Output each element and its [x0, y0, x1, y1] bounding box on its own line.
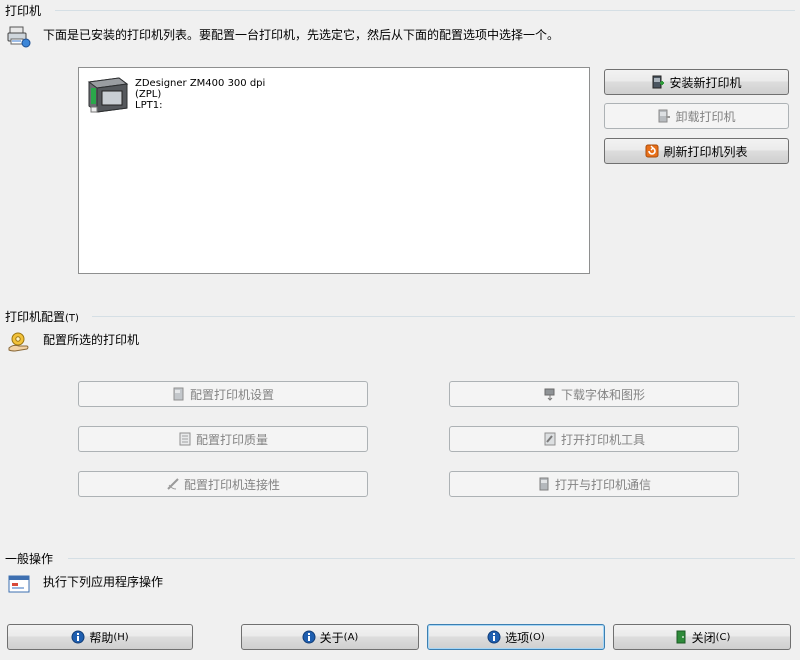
printers-section-divider — [55, 10, 795, 11]
open-printer-communication-button[interactable]: 打开与打印机通信 — [449, 471, 739, 497]
options-label: 选项 — [505, 630, 530, 645]
printer-network-icon — [7, 24, 31, 48]
help-accel: (H) — [113, 631, 129, 643]
printers-description: 下面是已安装的打印机列表。要配置一台打印机，先选定它，然后从下面的配置选项中选择… — [43, 28, 560, 42]
configure-printer-settings-label: 配置打印机设置 — [189, 387, 274, 402]
about-button[interactable]: 关于 (A) — [241, 624, 419, 650]
info-circle-icon — [302, 630, 316, 644]
refresh-printer-list-button[interactable]: 刷新打印机列表 — [604, 138, 789, 164]
config-section-divider — [92, 316, 795, 317]
download-fonts-graphics-label: 下载字体和图形 — [560, 387, 645, 402]
general-section-divider — [68, 558, 795, 559]
help-label: 帮助 — [89, 630, 114, 645]
close-button[interactable]: 关闭 (C) — [613, 624, 791, 650]
close-accel: (C) — [715, 631, 731, 643]
printer-list-item[interactable]: ZDesigner ZM400 300 dpi (ZPL) LPT1: — [85, 74, 265, 114]
install-printer-icon — [651, 75, 665, 89]
download-fonts-icon — [543, 387, 557, 401]
configure-print-quality-label: 配置打印质量 — [195, 432, 268, 447]
info-circle-icon — [487, 630, 501, 644]
install-printer-button[interactable]: 安装新打印机 — [604, 69, 789, 95]
general-section-title: 一般操作 — [5, 552, 54, 566]
config-section-title: 打印机配置(T) — [5, 308, 79, 325]
printer-language: (ZPL) — [135, 89, 162, 100]
config-section-title-text: 打印机配置 — [5, 310, 66, 324]
config-section-accel: (T) — [65, 313, 79, 324]
refresh-icon — [645, 144, 659, 158]
general-description: 执行下列应用程序操作 — [43, 575, 164, 589]
options-accel: (O) — [529, 631, 545, 643]
close-label: 关闭 — [691, 630, 716, 645]
uninstall-printer-label: 卸载打印机 — [675, 109, 736, 124]
open-printer-communication-label: 打开与打印机通信 — [554, 477, 651, 492]
download-fonts-graphics-button[interactable]: 下载字体和图形 — [449, 381, 739, 407]
application-window-icon — [7, 572, 31, 596]
printer-port: LPT1: — [135, 100, 163, 111]
info-circle-icon — [71, 630, 85, 644]
printer-communication-icon — [537, 477, 551, 491]
uninstall-printer-icon — [657, 109, 671, 123]
printer-tools-icon — [543, 432, 557, 446]
config-description: 配置所选的打印机 — [43, 333, 140, 347]
about-accel: (A) — [343, 631, 359, 643]
configure-connectivity-label: 配置打印机连接性 — [183, 477, 280, 492]
printer-name: ZDesigner ZM400 300 dpi — [135, 78, 266, 89]
refresh-printer-list-label: 刷新打印机列表 — [663, 144, 748, 159]
open-printer-tools-label: 打开打印机工具 — [560, 432, 645, 447]
open-printer-tools-button[interactable]: 打开打印机工具 — [449, 426, 739, 452]
install-printer-label: 安装新打印机 — [669, 75, 742, 90]
help-button[interactable]: 帮助 (H) — [7, 624, 193, 650]
connectivity-icon — [166, 477, 180, 491]
print-quality-icon — [178, 432, 192, 446]
options-button[interactable]: 选项 (O) — [427, 624, 605, 650]
printer-device-icon — [85, 74, 129, 114]
printer-settings-icon — [172, 387, 186, 401]
about-label: 关于 — [319, 630, 344, 645]
configure-print-quality-button[interactable]: 配置打印质量 — [78, 426, 368, 452]
gear-hand-icon — [7, 330, 31, 354]
uninstall-printer-button[interactable]: 卸载打印机 — [604, 103, 789, 129]
printer-list[interactable]: ZDesigner ZM400 300 dpi (ZPL) LPT1: — [78, 67, 590, 274]
exit-door-icon — [674, 630, 688, 644]
configure-printer-settings-button[interactable]: 配置打印机设置 — [78, 381, 368, 407]
configure-connectivity-button[interactable]: 配置打印机连接性 — [78, 471, 368, 497]
printers-section-title: 打印机 — [5, 4, 42, 18]
